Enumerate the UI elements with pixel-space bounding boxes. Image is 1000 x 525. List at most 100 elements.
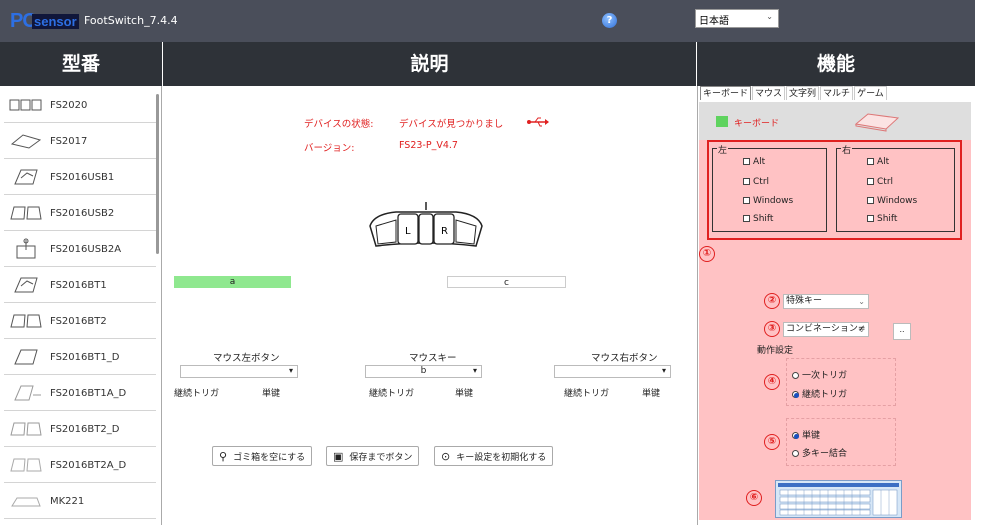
radio-label: 単键	[802, 431, 821, 441]
model-item-fs2016usb2a[interactable]: FS2016USB2A	[4, 232, 156, 267]
more-options-button[interactable]: ..	[893, 323, 911, 340]
left-group-label: 左	[717, 143, 729, 156]
model-label: FS2016BT1_D	[50, 351, 120, 363]
left-alt-checkbox[interactable]: Alt	[743, 157, 765, 167]
action-settings-label: 動作設定	[757, 346, 794, 356]
right-ctrl-checkbox[interactable]: Ctrl	[867, 177, 893, 187]
model-item-fs2020[interactable]: FS2020	[4, 88, 156, 123]
pedal-single-icon	[8, 346, 44, 368]
mouse-left-select[interactable]: ▾	[180, 365, 298, 378]
radio-label: 一次トリガ	[802, 371, 848, 381]
trigger-continuous-radio[interactable]: 継続トリガ	[792, 387, 847, 400]
combination-select[interactable]: コンビネーション≠ ⌄	[783, 322, 869, 337]
multi-key-radio[interactable]: 多キー結合	[792, 446, 847, 459]
help-icon[interactable]: ?	[602, 13, 617, 28]
language-select[interactable]: 日本語 ⌄	[695, 9, 779, 28]
on-screen-keyboard-button[interactable]	[775, 480, 902, 518]
model-label: MK221	[50, 495, 85, 507]
trash-icon: ⚲	[219, 449, 228, 463]
model-label: FS2016USB2	[50, 207, 115, 219]
left-pedal-key[interactable]: a	[174, 276, 291, 288]
tab-mouse[interactable]: マウス	[752, 86, 786, 100]
checkbox-label: Shift	[753, 214, 774, 224]
model-item-fs2016bt1a-d[interactable]: FS2016BT1A_D	[4, 376, 156, 411]
special-key-select[interactable]: 特殊キー ⌄	[783, 294, 869, 309]
checkbox-label: Alt	[877, 157, 890, 167]
model-label: FS2016BT1	[50, 279, 107, 291]
window-margin	[975, 0, 1000, 525]
pedal-joystick-icon	[8, 238, 44, 260]
pedal-double-icon	[8, 310, 44, 332]
model-item-fs2017[interactable]: FS2017	[4, 124, 156, 159]
reset-keys-label: キー設定を初期化する	[456, 452, 547, 463]
mouse-right-label: マウス右ボタン	[591, 353, 658, 364]
device-status-value: デバイスが見つかりまし	[399, 119, 504, 130]
reset-icon: ⊙	[441, 449, 451, 463]
version-value: FS23-P_V4.7	[399, 140, 458, 151]
save-label: 保存までボタン	[349, 452, 413, 463]
header-function: 機能	[697, 42, 975, 86]
model-item-fs2016bt1[interactable]: FS2016BT1	[4, 268, 156, 303]
mouse-right-select[interactable]: ▾	[554, 365, 671, 378]
pedal-single-icon	[8, 382, 44, 404]
chevron-down-icon: ⌄	[858, 325, 865, 334]
model-label: FS2016BT2_D	[50, 423, 120, 435]
mouse-key-label: マウスキー	[409, 353, 457, 364]
virtual-keyboard-icon	[778, 483, 899, 516]
chevron-down-icon: ⌄	[858, 297, 865, 306]
model-label: FS2016BT2A_D	[50, 459, 127, 471]
left-windows-checkbox[interactable]: Windows	[743, 196, 793, 206]
model-item-fs2016usb2[interactable]: FS2016USB2	[4, 196, 156, 231]
model-item-fs2016bt2[interactable]: FS2016BT2	[4, 304, 156, 339]
right-windows-checkbox[interactable]: Windows	[867, 196, 917, 206]
left-ctrl-checkbox[interactable]: Ctrl	[743, 177, 769, 187]
right-pedal-key[interactable]: c	[447, 276, 566, 288]
dropdown-arrow-icon: ▾	[661, 366, 666, 375]
model-item-fs2016bt1-d[interactable]: FS2016BT1_D	[4, 340, 156, 375]
model-label: FS2016USB1	[50, 171, 115, 183]
callout-5: ⑤	[764, 434, 780, 450]
tab-keyboard[interactable]: キーボード	[700, 86, 752, 100]
pedal-double-icon	[8, 202, 44, 224]
pedal-double-icon	[8, 418, 44, 440]
single-key-radio[interactable]: 単键	[792, 428, 820, 441]
model-item-fs2016bt2a-d[interactable]: FS2016BT2A_D	[4, 448, 156, 483]
device-status-label: デバイスの状態:	[304, 119, 374, 130]
keyboard-mode-label: キーボード	[734, 119, 780, 129]
callout-4: ④	[764, 374, 780, 390]
dropdown-arrow-icon: ▾	[288, 366, 293, 375]
right-alt-checkbox[interactable]: Alt	[867, 157, 889, 167]
model-item-fs2016usb1[interactable]: FS2016USB1	[4, 160, 156, 195]
model-item-fs2016bt2-d[interactable]: FS2016BT2_D	[4, 412, 156, 447]
radio-label: 継続トリガ	[802, 390, 848, 400]
model-sidebar: FS2020 FS2017 FS2016USB1 FS2016USB2 FS20…	[0, 86, 162, 525]
sidebar-scrollbar[interactable]	[156, 94, 159, 254]
tab-string[interactable]: 文字列	[786, 86, 820, 100]
left-continuous-label: 継続トリガ	[174, 389, 220, 399]
radio-label: 多キー結合	[802, 449, 848, 459]
keyboard-icon	[852, 110, 902, 135]
checkbox-label: Windows	[877, 196, 918, 206]
tab-multi[interactable]: マルチ	[820, 86, 854, 100]
right-shift-checkbox[interactable]: Shift	[867, 214, 897, 224]
reset-keys-button[interactable]: ⊙ キー設定を初期化する	[434, 446, 554, 466]
save-icon: ▣	[333, 449, 344, 463]
right-group-label: 右	[841, 143, 853, 156]
pedal-flat-icon	[8, 490, 44, 512]
logo-sensor: sensor	[32, 14, 79, 29]
chevron-down-icon: ⌄	[766, 12, 773, 21]
checkbox-label: Windows	[753, 196, 794, 206]
pedal-left-label: L	[405, 226, 411, 237]
tab-game[interactable]: ゲーム	[854, 86, 887, 100]
model-item-mk221[interactable]: MK221	[4, 484, 156, 519]
callout-6: ⑥	[746, 490, 762, 506]
save-button[interactable]: ▣ 保存までボタン	[326, 446, 420, 466]
callout-1: ①	[699, 246, 715, 262]
empty-trash-button[interactable]: ⚲ ゴミ箱を空にする	[212, 446, 313, 466]
left-shift-checkbox[interactable]: Shift	[743, 214, 773, 224]
checkbox-label: Ctrl	[877, 177, 894, 187]
pedal-right-label: R	[441, 226, 448, 237]
pedal-triple-icon	[8, 94, 44, 116]
middle-pedal-key-select[interactable]: b ▾	[365, 365, 482, 378]
trigger-once-radio[interactable]: 一次トリガ	[792, 368, 847, 381]
